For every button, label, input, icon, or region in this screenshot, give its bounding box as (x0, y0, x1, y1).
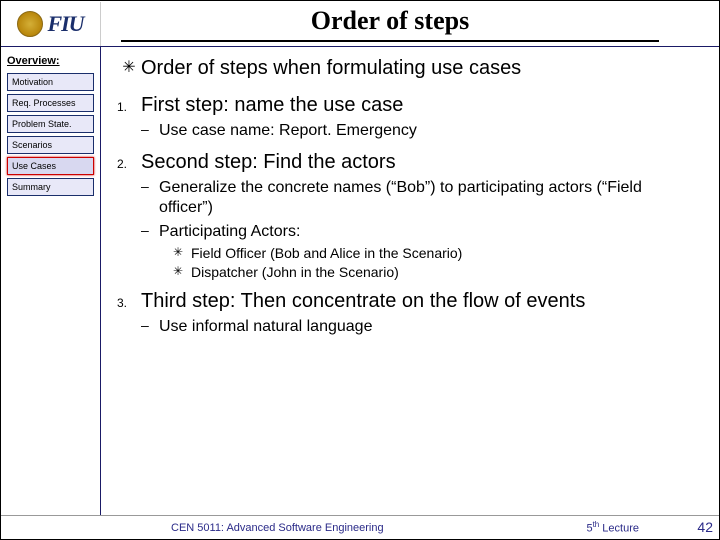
page-title: Order of steps (121, 6, 659, 42)
sidebar-item-scenarios[interactable]: Scenarios (7, 136, 94, 154)
step-3-sub-text: Use informal natural language (159, 317, 699, 337)
sidebar-item-use-cases[interactable]: Use Cases (7, 157, 94, 175)
sidebar-item-summary[interactable]: Summary (7, 178, 94, 196)
intro-bullet: ✳ Order of steps when formulating use ca… (117, 57, 699, 80)
footer: CEN 5011: Advanced Software Engineering … (1, 515, 719, 539)
step-1-text: First step: name the use case (141, 94, 699, 117)
step-1: 1. First step: name the use case (117, 94, 699, 117)
step-2-sub-a-text: Generalize the concrete names (“Bob”) to… (159, 178, 699, 218)
actor-1-text: Field Officer (Bob and Alice in the Scen… (191, 245, 699, 261)
intro-text: Order of steps when formulating use case… (141, 57, 699, 80)
step-2-sub-a: – Generalize the concrete names (“Bob”) … (141, 178, 699, 218)
step-3-text: Third step: Then concentrate on the flow… (141, 290, 699, 313)
sidebar-heading: Overview: (7, 55, 94, 67)
sidebar-item-problem-state[interactable]: Problem State. (7, 115, 94, 133)
sidebar-item-req-processes[interactable]: Req. Processes (7, 94, 94, 112)
slide: FIU Order of steps Overview: Motivation … (0, 0, 720, 540)
footer-course: CEN 5011: Advanced Software Engineering (171, 522, 384, 534)
sidebar: Overview: Motivation Req. Processes Prob… (1, 47, 101, 515)
step-1-sub: – Use case name: Report. Emergency (141, 121, 699, 141)
star-icon: ✳ (173, 245, 191, 261)
step-3-num: 3. (117, 290, 141, 313)
actor-2-text: Dispatcher (John in the Scenario) (191, 264, 699, 280)
logo: FIU (1, 2, 101, 46)
body: Overview: Motivation Req. Processes Prob… (1, 47, 719, 515)
content: ✳ Order of steps when formulating use ca… (101, 47, 719, 515)
dash-icon: – (141, 222, 159, 242)
step-2: 2. Second step: Find the actors (117, 151, 699, 174)
step-1-sub-text: Use case name: Report. Emergency (159, 121, 699, 141)
step-2-sub-b: – Participating Actors: (141, 222, 699, 242)
sidebar-item-motivation[interactable]: Motivation (7, 73, 94, 91)
dash-icon: – (141, 178, 159, 218)
step-2-text: Second step: Find the actors (141, 151, 699, 174)
step-1-num: 1. (117, 94, 141, 117)
actor-2: ✳ Dispatcher (John in the Scenario) (173, 264, 699, 280)
header: FIU Order of steps (1, 1, 719, 47)
step-2-num: 2. (117, 151, 141, 174)
step-2-sub-b-text: Participating Actors: (159, 222, 699, 242)
actor-1: ✳ Field Officer (Bob and Alice in the Sc… (173, 245, 699, 261)
step-3: 3. Third step: Then concentrate on the f… (117, 290, 699, 313)
lecture-word: Lecture (599, 523, 639, 535)
dash-icon: – (141, 317, 159, 337)
dash-icon: – (141, 121, 159, 141)
footer-lecture: 5th Lecture (586, 520, 639, 535)
step-3-sub: – Use informal natural language (141, 317, 699, 337)
seal-icon (17, 11, 43, 37)
page-number: 42 (697, 519, 713, 535)
star-icon: ✳ (117, 57, 141, 80)
star-icon: ✳ (173, 264, 191, 280)
logo-text: FIU (47, 11, 83, 37)
